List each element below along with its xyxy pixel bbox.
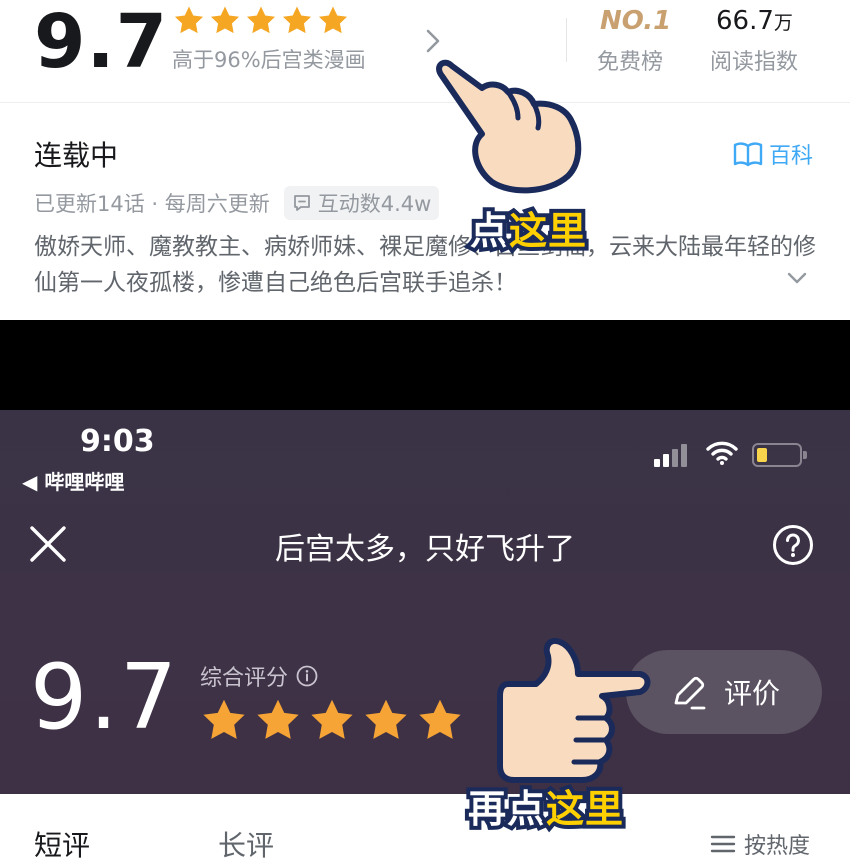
callout-first-yellow: 这里 [505, 205, 590, 257]
star-icon [174, 6, 204, 34]
overall-label-text: 综合评分 [200, 666, 289, 691]
signal-icon [654, 443, 687, 467]
pencil-icon [674, 676, 706, 710]
pointing-hand-icon [497, 638, 651, 783]
rate-button-label: 评价 [723, 677, 780, 710]
callout-first: 点这里 [466, 200, 590, 257]
update-text: 已更新14话 · 每周六更新 [34, 192, 270, 216]
callout-second: 再点这里 [464, 778, 627, 835]
star-icon [246, 6, 276, 34]
rating-stars [198, 696, 466, 746]
comic-detail-panel: 9.7 高于96%后宫类漫画 NO.1 免费榜 66.7万 阅读指数 连载中 百… [0, 0, 850, 320]
reads-unit: 万 [773, 12, 793, 34]
star-icon [318, 6, 348, 34]
star-icon [257, 699, 299, 739]
star-icon [210, 6, 240, 34]
back-to-app[interactable]: ◀ 哔哩哔哩 [22, 466, 124, 495]
help-icon[interactable] [772, 524, 814, 566]
star-icon [419, 699, 461, 739]
overall-score-value: 9.7 [30, 645, 180, 750]
star-icon [282, 6, 312, 34]
callout-first-white: 点 [466, 205, 512, 257]
update-meta: 已更新14话 · 每周六更新 互动数4.4w [34, 186, 440, 220]
page-title: 后宫太多，只好飞升了 [275, 532, 575, 567]
reviews-sheet: 短评 长评 按热度 [0, 794, 850, 862]
sort-icon [710, 835, 736, 853]
reads-number: 66.7 [716, 6, 774, 36]
callout-second-yellow: 这里 [542, 783, 627, 835]
reads-value: 66.7万 [716, 6, 793, 36]
score-value: 9.7 [34, 0, 169, 85]
book-icon [733, 142, 763, 167]
chevron-down-icon[interactable] [787, 272, 807, 284]
wifi-icon [706, 441, 738, 465]
interaction-badge[interactable]: 互动数4.4w [283, 186, 440, 220]
wiki-link[interactable]: 百科 [733, 138, 813, 170]
star-icon [311, 699, 353, 739]
info-icon[interactable] [296, 665, 318, 687]
comment-icon [293, 195, 310, 211]
sort-button[interactable]: 按热度 [710, 828, 810, 860]
rank-value: NO.1 [600, 6, 672, 36]
overall-score-label: 综合评分 [200, 660, 318, 692]
serial-status: 连载中 [34, 139, 119, 172]
rate-button[interactable]: 评价 [626, 650, 822, 734]
score-percentile: 高于96%后宫类漫画 [172, 48, 366, 72]
star-icon [365, 699, 407, 739]
pointing-hand-icon [436, 59, 582, 194]
tab-short-reviews[interactable]: 短评 [34, 824, 90, 862]
star-icon [203, 699, 245, 739]
divider [0, 102, 850, 103]
rank-label: 免费榜 [597, 50, 664, 75]
rating-page: 9:03 ◀ 哔哩哔哩 后宫太多，只好飞升了 9.7 综合评分 评价 短评 长评… [0, 410, 850, 862]
wiki-label: 百科 [769, 144, 814, 169]
callout-second-white: 再点 [464, 783, 549, 835]
separator-band [0, 320, 850, 410]
battery-icon [752, 443, 807, 467]
rating-stars [172, 4, 350, 38]
sort-label: 按热度 [744, 834, 811, 859]
description: 傲娇天师、魔教教主、病娇师妹、裸足魔修、白丝剑仙，云来大陆最年轻的修仙第一人夜孤… [34, 234, 816, 296]
reads-label: 阅读指数 [710, 50, 799, 75]
interaction-count: 互动数4.4w [317, 192, 432, 216]
status-time: 9:03 [80, 424, 155, 459]
tab-long-reviews[interactable]: 长评 [218, 824, 274, 862]
